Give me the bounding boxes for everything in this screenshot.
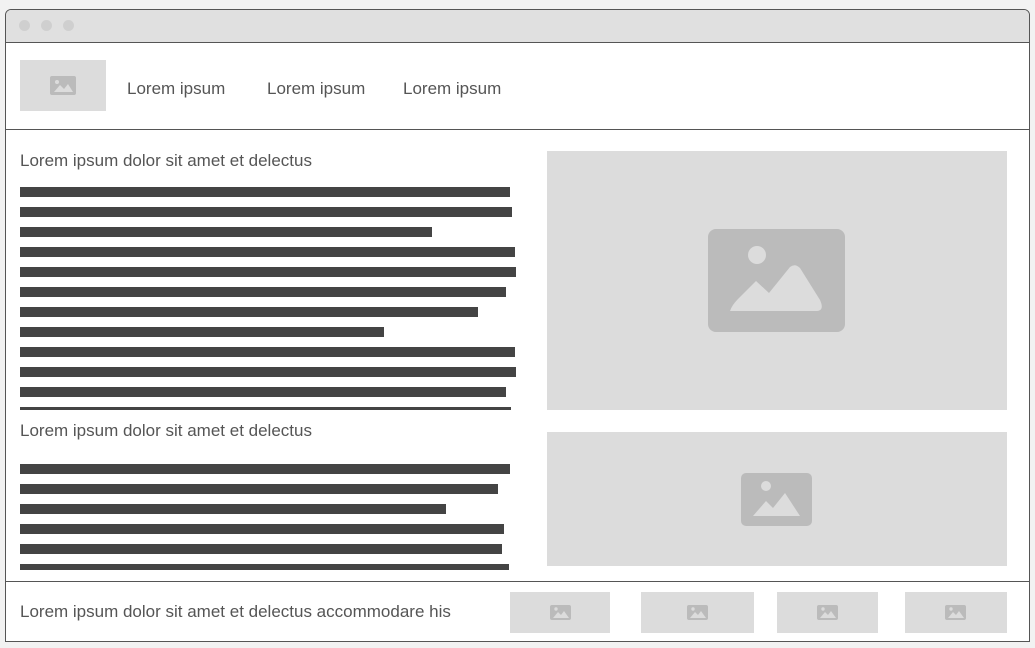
text-line <box>20 484 498 494</box>
section-2-heading: Lorem ipsum dolor sit amet et delectus <box>20 421 312 440</box>
text-line <box>20 464 510 474</box>
window-titlebar <box>6 10 1029 43</box>
nav-item-3[interactable]: Lorem ipsum <box>403 79 501 99</box>
text-line <box>20 407 511 410</box>
window-close-dot[interactable] <box>19 20 30 31</box>
text-line <box>20 544 502 554</box>
text-line <box>20 307 478 317</box>
footer-text: Lorem ipsum dolor sit amet et delectus a… <box>20 602 451 621</box>
site-footer: Lorem ipsum dolor sit amet et delectus a… <box>6 581 1029 641</box>
text-line <box>20 504 446 514</box>
text-line <box>20 267 516 277</box>
image-icon <box>741 473 812 526</box>
text-line <box>20 247 515 257</box>
text-line <box>20 327 384 337</box>
window-minimize-dot[interactable] <box>41 20 52 31</box>
footer-thumbnail-4[interactable] <box>905 592 1007 633</box>
logo-placeholder[interactable] <box>20 60 106 111</box>
text-line <box>20 367 516 377</box>
hero-image-placeholder[interactable] <box>547 151 1007 410</box>
section-1-heading: Lorem ipsum dolor sit amet et delectus <box>20 151 312 170</box>
image-icon <box>817 605 838 620</box>
image-icon <box>50 76 76 95</box>
footer-thumbnail-3[interactable] <box>777 592 878 633</box>
image-icon <box>550 605 571 620</box>
secondary-image-placeholder[interactable] <box>547 432 1007 566</box>
text-line <box>20 207 512 217</box>
image-icon <box>708 229 845 332</box>
site-header: Lorem ipsum Lorem ipsum Lorem ipsum <box>6 43 1029 130</box>
text-line <box>20 347 515 357</box>
text-line <box>20 387 506 397</box>
browser-window: Lorem ipsum Lorem ipsum Lorem ipsum Lore… <box>5 9 1030 642</box>
nav-item-2[interactable]: Lorem ipsum <box>267 79 365 99</box>
text-line <box>20 187 510 197</box>
text-line <box>20 524 504 534</box>
image-icon <box>945 605 966 620</box>
text-line <box>20 564 509 570</box>
footer-thumbnail-1[interactable] <box>510 592 610 633</box>
nav-item-1[interactable]: Lorem ipsum <box>127 79 225 99</box>
text-line <box>20 227 432 237</box>
window-maximize-dot[interactable] <box>63 20 74 31</box>
text-line <box>20 287 506 297</box>
footer-thumbnail-2[interactable] <box>641 592 754 633</box>
image-icon <box>687 605 708 620</box>
